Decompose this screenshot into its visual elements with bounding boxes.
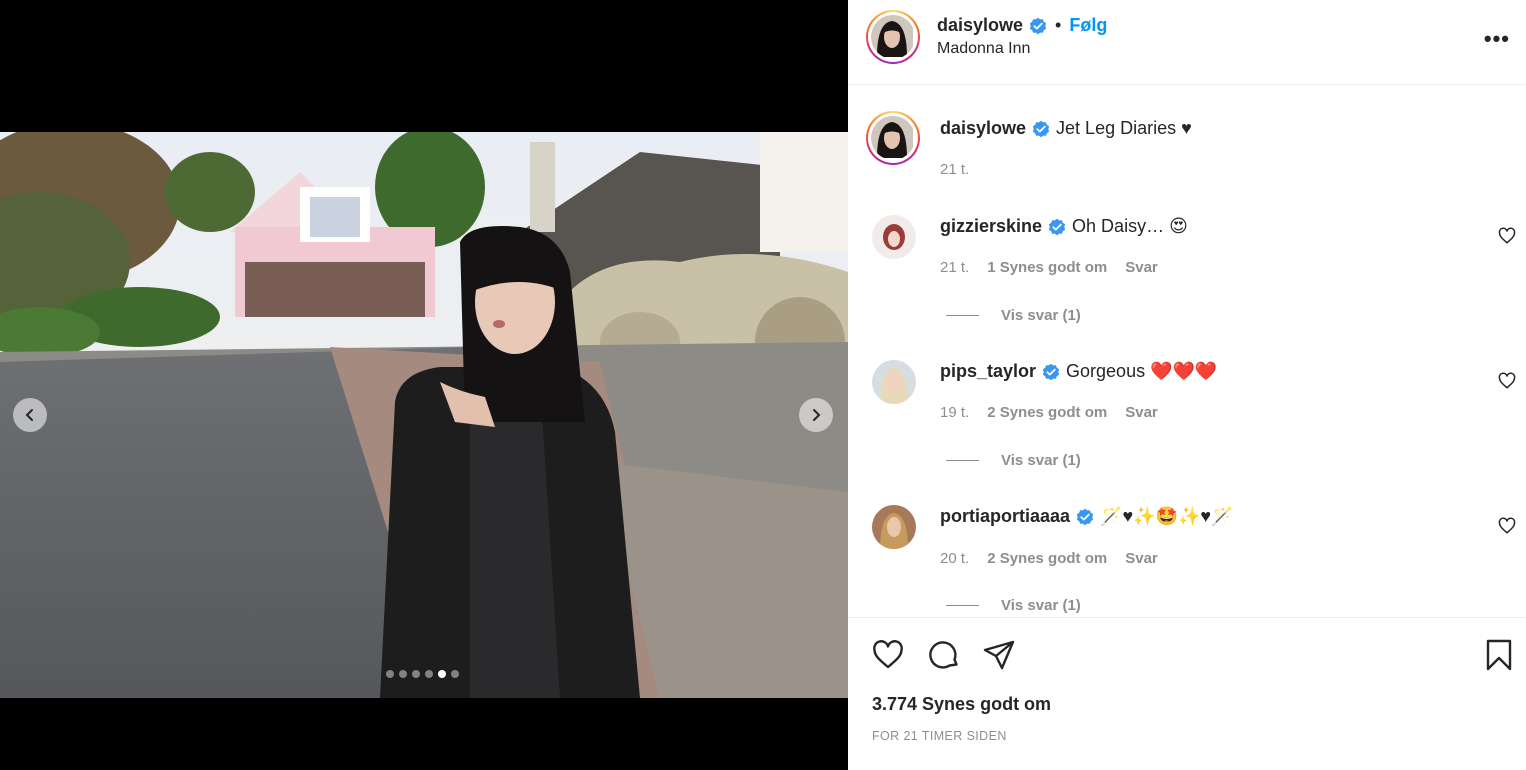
avatar-image xyxy=(872,215,916,259)
likes-count[interactable]: 3.774 Synes godt om xyxy=(872,694,1051,715)
caption-time[interactable]: 21 t. xyxy=(940,161,969,178)
comment-username[interactable]: portiaportiaaaa xyxy=(940,506,1070,527)
carousel-dot xyxy=(412,670,420,678)
media-pane xyxy=(0,0,848,770)
chevron-right-icon xyxy=(813,409,821,421)
carousel-dots xyxy=(386,670,459,678)
caption-row: daisylowe Jet Leg Diaries ♥ xyxy=(940,118,1192,139)
replies-divider xyxy=(946,605,979,606)
comment-time[interactable]: 20 t. xyxy=(940,550,969,567)
location-link[interactable]: Madonna Inn xyxy=(937,40,1030,58)
carousel-dot xyxy=(438,670,446,678)
heart-icon[interactable] xyxy=(871,638,905,672)
chevron-left-icon xyxy=(25,409,33,421)
avatar-image xyxy=(871,116,913,158)
author-avatar[interactable] xyxy=(866,10,920,64)
follow-button[interactable]: Følg xyxy=(1069,15,1107,36)
comment-likes[interactable]: 2 Synes godt om xyxy=(987,404,1107,421)
view-replies-label: Vis svar (1) xyxy=(1001,452,1081,469)
carousel-dot xyxy=(425,670,433,678)
caption-author-avatar[interactable] xyxy=(866,111,920,165)
verified-badge-icon xyxy=(1076,508,1094,525)
comment-icon[interactable] xyxy=(927,638,961,672)
carousel-next-button[interactable] xyxy=(799,398,833,432)
share-icon[interactable] xyxy=(982,638,1016,672)
view-replies-button[interactable]: Vis svar (1) xyxy=(946,597,1081,614)
comment-likes[interactable]: 1 Synes godt om xyxy=(987,259,1107,276)
comment-text: Gorgeous ❤️❤️❤️ xyxy=(1066,361,1218,381)
view-replies-button[interactable]: Vis svar (1) xyxy=(946,452,1081,469)
comment-text: Oh Daisy… 😍 xyxy=(1072,216,1188,236)
carousel-dot xyxy=(399,670,407,678)
comment-avatar[interactable] xyxy=(872,360,916,404)
avatar-image xyxy=(872,360,916,404)
more-options-button[interactable]: ••• xyxy=(1484,26,1510,52)
comment-like-icon[interactable] xyxy=(1498,372,1516,390)
caption-text: Jet Leg Diaries ♥ xyxy=(1056,118,1192,138)
comment-row: gizzierskine Oh Daisy… 😍 xyxy=(940,216,1188,237)
comment-like-icon[interactable] xyxy=(1498,227,1516,245)
comment-meta: 21 t. 1 Synes godt om Svar xyxy=(940,259,1158,276)
post-header: daisylowe • Følg Madonna Inn ••• xyxy=(848,0,1526,85)
view-replies-label: Vis svar (1) xyxy=(1001,307,1081,324)
avatar-image xyxy=(872,505,916,549)
comment-avatar[interactable] xyxy=(872,505,916,549)
comment-likes[interactable]: 2 Synes godt om xyxy=(987,550,1107,567)
comment-username[interactable]: gizzierskine xyxy=(940,216,1042,237)
post-photo[interactable] xyxy=(0,132,848,698)
carousel-dot xyxy=(386,670,394,678)
replies-divider xyxy=(946,460,979,461)
carousel-prev-button[interactable] xyxy=(13,398,47,432)
comment-meta: 20 t. 2 Synes godt om Svar xyxy=(940,550,1158,567)
replies-divider xyxy=(946,315,979,316)
post-timestamp: FOR 21 TIMER SIDEN xyxy=(872,729,1007,743)
avatar-image xyxy=(871,15,913,57)
post-image xyxy=(0,132,848,698)
view-replies-button[interactable]: Vis svar (1) xyxy=(946,307,1081,324)
post-side-panel: daisylowe • Følg Madonna Inn ••• daisylo… xyxy=(848,0,1526,770)
verified-badge-icon xyxy=(1048,218,1066,235)
comments-list: daisylowe Jet Leg Diaries ♥ 21 t. gizzie… xyxy=(848,85,1526,617)
comment-time[interactable]: 21 t. xyxy=(940,259,969,276)
comment-text: 🪄♥✨🤩✨♥🪄 xyxy=(1100,506,1234,526)
verified-badge-icon xyxy=(1042,363,1060,380)
verified-badge-icon xyxy=(1029,17,1047,34)
header-name-row: daisylowe • Følg xyxy=(937,15,1107,36)
actions-bar: 3.774 Synes godt om FOR 21 TIMER SIDEN xyxy=(848,617,1526,770)
bookmark-icon[interactable] xyxy=(1482,638,1516,672)
author-username[interactable]: daisylowe xyxy=(937,15,1023,36)
comment-like-icon[interactable] xyxy=(1498,517,1516,535)
comment-meta: 19 t. 2 Synes godt om Svar xyxy=(940,404,1158,421)
caption-meta: 21 t. xyxy=(940,161,969,178)
comment-row: pips_taylor Gorgeous ❤️❤️❤️ xyxy=(940,361,1217,382)
separator-dot: • xyxy=(1055,15,1062,35)
reply-button[interactable]: Svar xyxy=(1125,404,1158,421)
comment-username[interactable]: pips_taylor xyxy=(940,361,1036,382)
comment-row: portiaportiaaaa 🪄♥✨🤩✨♥🪄 xyxy=(940,506,1233,527)
reply-button[interactable]: Svar xyxy=(1125,259,1158,276)
reply-button[interactable]: Svar xyxy=(1125,550,1158,567)
verified-badge-icon xyxy=(1032,120,1050,137)
carousel-dot xyxy=(451,670,459,678)
comment-time[interactable]: 19 t. xyxy=(940,404,969,421)
view-replies-label: Vis svar (1) xyxy=(1001,597,1081,614)
comment-avatar[interactable] xyxy=(872,215,916,259)
caption-username[interactable]: daisylowe xyxy=(940,118,1026,139)
